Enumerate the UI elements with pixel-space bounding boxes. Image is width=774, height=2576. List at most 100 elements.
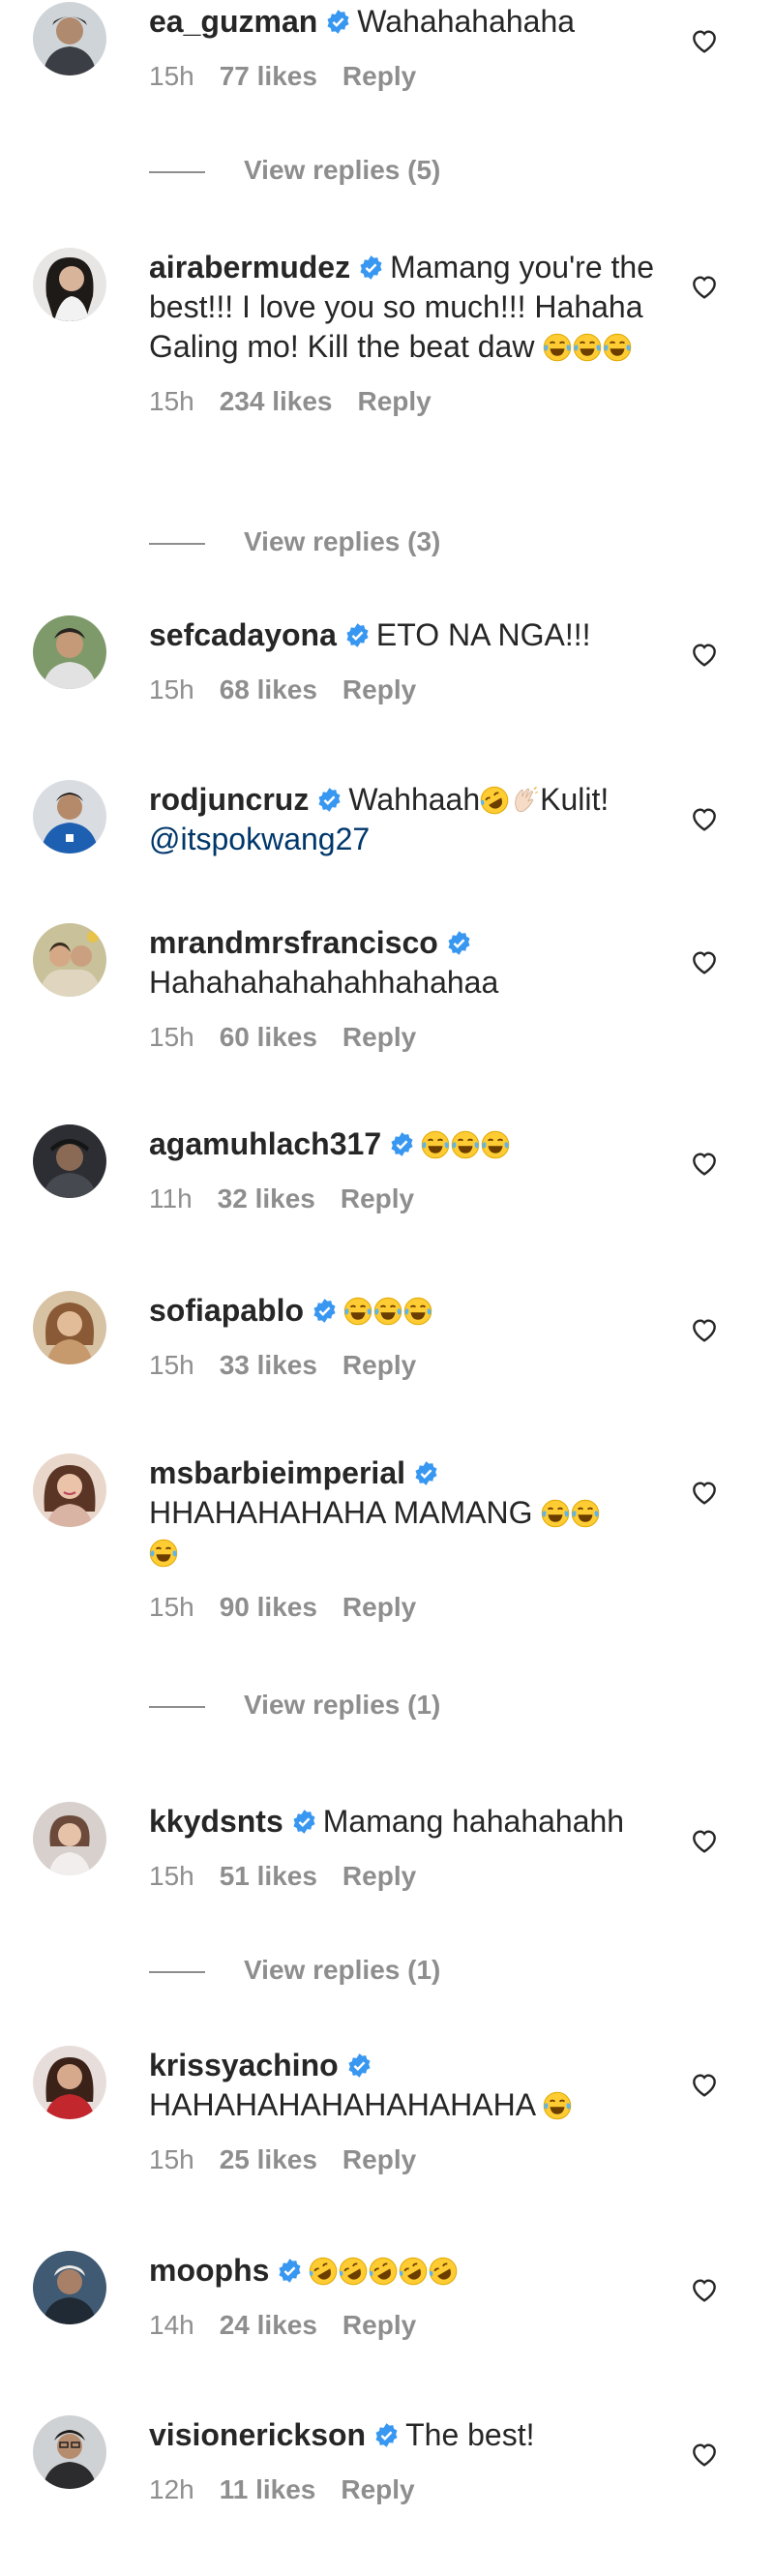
comment-username[interactable]: sofiapablo (149, 1293, 304, 1328)
user-mention-link[interactable]: @itspokwang27 (149, 822, 370, 856)
comment-time: 15h (149, 61, 194, 91)
face-with-tears-of-joy-icon (421, 1130, 450, 1159)
view-replies-link[interactable]: View replies (1) (149, 1955, 440, 1986)
like-heart-icon[interactable] (689, 639, 720, 670)
face-with-tears-of-joy-icon (343, 1297, 372, 1326)
like-heart-icon[interactable] (689, 946, 720, 977)
view-replies-link[interactable]: View replies (1) (149, 1690, 440, 1721)
comment-time: 12h (149, 2474, 194, 2504)
view-replies-label: View replies (3) (244, 526, 441, 556)
replies-divider (149, 1705, 205, 1708)
reply-button[interactable]: Reply (342, 1350, 416, 1380)
avatar[interactable] (33, 2, 106, 75)
reply-button[interactable]: Reply (342, 1861, 416, 1891)
avatar[interactable] (33, 1453, 106, 1527)
view-replies-label: View replies (1) (244, 1955, 441, 1985)
comment-time: 15h (149, 1592, 194, 1622)
rolling-on-floor-laughing-icon (429, 2257, 458, 2286)
replies-divider (149, 1970, 205, 1973)
comment-text: Hahahahahahahhahahaa (149, 965, 499, 1000)
comment-likes[interactable]: 60 likes (220, 1022, 317, 1052)
like-heart-icon[interactable] (689, 2274, 720, 2305)
verified-badge-icon (413, 1460, 439, 1486)
face-with-tears-of-joy-icon (481, 1130, 510, 1159)
comment-likes[interactable]: 25 likes (220, 2144, 317, 2174)
rolling-on-floor-laughing-icon (309, 2257, 338, 2286)
comment-text: The best! (405, 2417, 535, 2452)
verified-badge-icon (389, 1131, 415, 1157)
comment-time: 15h (149, 386, 194, 416)
comment-likes[interactable]: 24 likes (220, 2310, 317, 2340)
avatar[interactable] (33, 615, 106, 689)
avatar[interactable] (33, 923, 106, 997)
reply-button[interactable]: Reply (342, 1592, 416, 1622)
verified-badge-icon (446, 930, 472, 956)
avatar[interactable] (33, 2046, 106, 2119)
reply-button[interactable]: Reply (342, 1022, 416, 1052)
reply-button[interactable]: Reply (342, 2144, 416, 2174)
like-heart-icon[interactable] (689, 2439, 720, 2470)
comment-likes[interactable]: 51 likes (220, 1861, 317, 1891)
like-heart-icon[interactable] (689, 271, 720, 302)
comment-username[interactable]: agamuhlach317 (149, 1126, 381, 1161)
verified-badge-icon (358, 255, 384, 281)
comment-username[interactable]: ea_guzman (149, 4, 317, 39)
comment-time: 15h (149, 2144, 194, 2174)
reply-button[interactable]: Reply (342, 674, 416, 704)
clapping-hands-icon (510, 786, 539, 815)
comment-username[interactable]: sefcadayona (149, 617, 337, 652)
comment-time: 15h (149, 1861, 194, 1891)
comment-username[interactable]: krissyachino (149, 2048, 339, 2082)
avatar[interactable] (33, 248, 106, 321)
comment-likes[interactable]: 90 likes (220, 1592, 317, 1622)
comment-time: 15h (149, 1022, 194, 1052)
avatar[interactable] (33, 780, 106, 854)
comment-username[interactable]: rodjuncruz (149, 782, 309, 817)
like-heart-icon[interactable] (689, 1314, 720, 1345)
comment-likes[interactable]: 68 likes (220, 674, 317, 704)
rolling-on-floor-laughing-icon (399, 2257, 428, 2286)
comment-time: 14h (149, 2310, 194, 2340)
face-with-tears-of-joy-icon (571, 1499, 600, 1528)
comment-username[interactable]: visionerickson (149, 2417, 366, 2452)
comment-text: Wahhaah (348, 782, 481, 817)
like-heart-icon[interactable] (689, 803, 720, 834)
face-with-tears-of-joy-icon (149, 1539, 178, 1568)
face-with-tears-of-joy-icon (603, 333, 632, 362)
avatar[interactable] (33, 2251, 106, 2324)
avatar[interactable] (33, 1802, 106, 1875)
comment-likes[interactable]: 77 likes (220, 61, 317, 91)
like-heart-icon[interactable] (689, 1477, 720, 1508)
comment-likes[interactable]: 234 likes (220, 386, 333, 416)
view-replies-link[interactable]: View replies (5) (149, 155, 440, 186)
comment-time: 15h (149, 1350, 194, 1380)
like-heart-icon[interactable] (689, 2069, 720, 2100)
avatar[interactable] (33, 1124, 106, 1198)
comment-username[interactable]: kkydsnts (149, 1804, 283, 1839)
comment-likes[interactable]: 33 likes (220, 1350, 317, 1380)
comment-username[interactable]: moophs (149, 2253, 269, 2288)
comments-feed: ea_guzman Wahahahahaha 15h 77 likes Reply V… (0, 0, 774, 2576)
reply-button[interactable]: Reply (342, 2310, 416, 2340)
verified-badge-icon (316, 787, 342, 813)
rolling-on-floor-laughing-icon (369, 2257, 398, 2286)
comment-likes[interactable]: 32 likes (218, 1183, 315, 1213)
comment-username[interactable]: airabermudez (149, 250, 350, 285)
reply-button[interactable]: Reply (341, 1183, 414, 1213)
reply-button[interactable]: Reply (358, 386, 432, 416)
view-replies-link[interactable]: View replies (3) (149, 526, 440, 557)
comment-likes[interactable]: 11 likes (220, 2474, 316, 2504)
replies-divider (149, 542, 205, 545)
comment-username[interactable]: mrandmrsfrancisco (149, 925, 438, 960)
avatar[interactable] (33, 1291, 106, 1364)
verified-badge-icon (325, 9, 351, 35)
verified-badge-icon (344, 622, 371, 648)
comment-username[interactable]: msbarbieimperial (149, 1455, 405, 1490)
face-with-tears-of-joy-icon (573, 333, 602, 362)
like-heart-icon[interactable] (689, 1148, 720, 1179)
like-heart-icon[interactable] (689, 1825, 720, 1856)
reply-button[interactable]: Reply (341, 2474, 414, 2504)
like-heart-icon[interactable] (689, 25, 720, 56)
avatar[interactable] (33, 2415, 106, 2489)
reply-button[interactable]: Reply (342, 61, 416, 91)
